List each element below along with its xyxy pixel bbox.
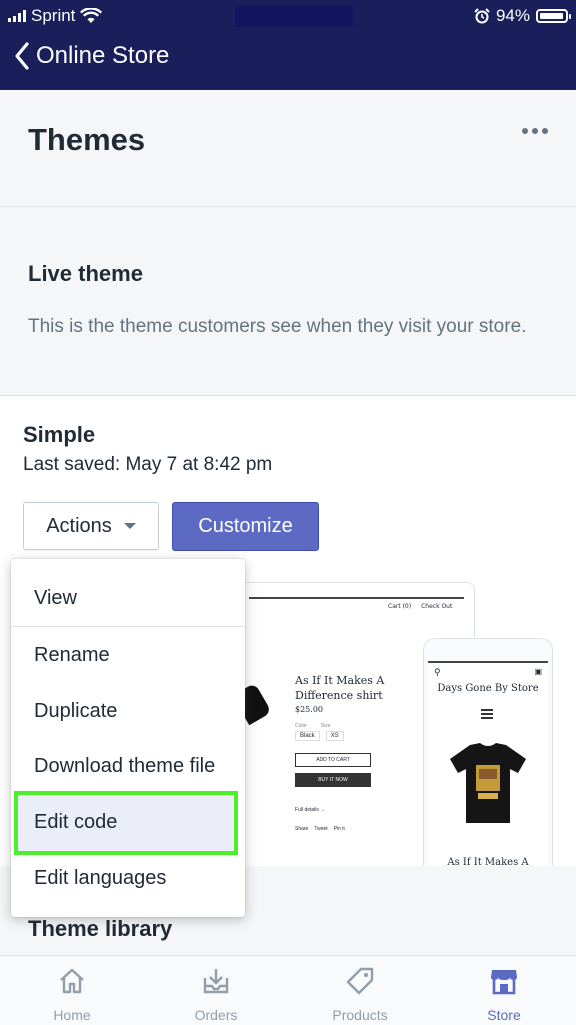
theme-library-heading: Theme library [28,916,173,941]
redacted-time [235,6,353,27]
preview-size-select: XS [325,731,344,741]
back-button[interactable]: Online Store [14,42,169,70]
store-icon [491,970,517,995]
actions-label: Actions [46,514,112,537]
theme-name: Simple [23,422,96,447]
caret-down-icon [123,523,136,529]
live-theme-heading: Live theme [28,261,143,286]
tshirt-image [450,743,526,823]
tab-label: Products [332,1007,388,1023]
search-icon: ⚲ [434,667,441,677]
alarm-icon [474,8,490,24]
chevron-left-icon [15,42,29,70]
cart-icon: ▣ [534,667,542,676]
status-right: 94% [474,6,571,26]
carrier-group: Sprint [8,6,103,26]
preview-product-title: As If It Makes A Difference shirt [295,674,385,702]
preview-header-line [249,597,464,599]
customize-label: Customize [198,515,293,537]
last-saved: Last saved: May 7 at 8:42 pm [23,454,273,475]
customize-button[interactable]: Customize [172,502,319,551]
preview-tweet: Tweet [314,826,328,832]
wifi-icon [80,8,103,23]
preview-selects: Black XS [295,731,344,741]
preview-add-to-cart: ADD TO CART [295,753,371,767]
menu-item-label: Download theme file [34,755,216,777]
tab-home[interactable]: Home [0,956,144,1025]
live-theme-section: Live theme This is the theme customers s… [0,207,576,396]
menu-item-label: Rename [34,644,110,666]
tab-orders[interactable]: Orders [144,956,288,1025]
preview-cart-links: Cart (0) Check Out [388,603,452,610]
back-label: Online Store [36,42,170,69]
menu-item-label: Edit languages [34,867,167,889]
tab-label: Orders [194,1007,238,1023]
page-title: Themes [28,122,146,157]
preview-share-links: Share Tweet Pin it [295,826,345,832]
nav-bar: Online Store [0,32,576,90]
carrier-name: Sprint [31,6,76,25]
page-header: Themes [0,90,576,207]
menu-divider [11,626,245,627]
preview-pin: Pin it [333,826,345,832]
preview-store-name: Days Gone By Store [437,683,539,694]
live-theme-description: This is the theme customers see when the… [28,316,527,337]
menu-item-label: View [34,587,77,609]
mobile-preview: ⚲ ▣ Days Gone By Store As If It Makes A [423,638,553,866]
preview-mobile-title: As If It Makes A [447,857,529,866]
menu-item-label: Duplicate [34,700,118,722]
preview-share: Share [295,826,309,832]
preview-checkout: Check Out [421,603,453,610]
preview-buy-now: BUY IT NOW [295,773,371,787]
status-bar: Sprint 94% [0,0,576,32]
tab-label: Home [53,1007,91,1023]
preview-size-label: Size [320,723,331,729]
actions-dropdown: View Rename Duplicate Download theme fil… [11,559,245,917]
mobile-screen: ⚲ ▣ Days Gone By Store As If It Makes A [428,661,548,866]
tag-icon [346,967,374,995]
tab-products[interactable]: Products [288,956,432,1025]
tab-store[interactable]: Store [432,956,576,1025]
more-icon[interactable] [522,128,548,134]
battery-fill [540,13,563,19]
preview-full-details: Full details → [295,807,326,813]
preview-color-select: Black [295,731,320,741]
signal-icon [8,10,26,22]
menu-item-label: Edit code [34,811,118,833]
battery-icon [536,9,571,23]
preview-cart: Cart (0) [388,603,412,610]
menu-icon [481,709,493,721]
home-icon [60,968,84,994]
tab-label: Store [487,1007,521,1023]
preview-option-labels: Color Size [295,723,331,729]
actions-button[interactable]: Actions [23,502,159,550]
tab-bar: Home Orders Products Store [0,955,576,1025]
preview-price: $25.00 [295,705,323,714]
battery-percent: 94% [495,6,530,25]
preview-color-label: Color [295,723,307,729]
orders-icon [203,969,229,994]
